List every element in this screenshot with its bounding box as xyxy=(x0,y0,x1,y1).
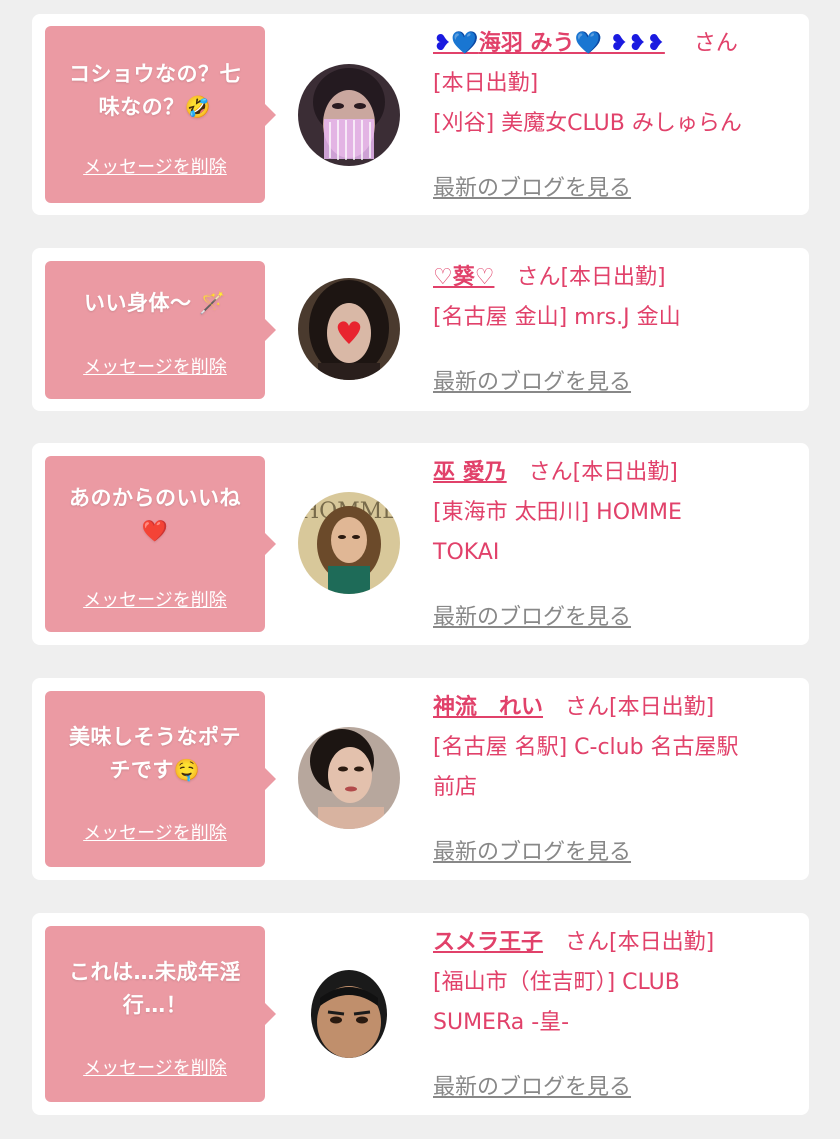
message-card: コショウなの？七 味なの？🤣 メッセージを削除 ❥💙海羽 みう💙 ❥❥❥ さん … xyxy=(32,14,809,215)
message-bubble: あのからのいいね ❤️ メッセージを削除 xyxy=(45,456,276,632)
blog-link[interactable]: 最新のブログを見る xyxy=(433,599,631,631)
shop-name: [名古屋 金山] mrs.J 金山 xyxy=(433,305,681,330)
cast-name-link[interactable]: 神流 れい xyxy=(433,695,543,720)
delete-message-link[interactable]: メッセージを削除 xyxy=(45,353,265,379)
work-status: [本日出勤] xyxy=(433,71,539,96)
honorific: さん xyxy=(693,31,738,56)
blog-link[interactable]: 最新のブログを見る xyxy=(433,364,631,396)
cast-name-link[interactable]: スメラ王子 xyxy=(433,930,543,955)
shop-name: [福山市（住吉町）] CLUB xyxy=(433,970,680,995)
profile-info: ❥💙海羽 みう💙 ❥❥❥ さん [本日出勤] [刈谷] 美魔女CLUB みしゅら… xyxy=(433,24,803,144)
honorific: さん[本日出勤] xyxy=(565,695,715,720)
delete-message-link[interactable]: メッセージを削除 xyxy=(45,819,265,845)
shop-name-cont: 前店 xyxy=(433,775,478,800)
blog-link[interactable]: 最新のブログを見る xyxy=(433,1069,631,1101)
message-text: コショウなの？七 味なの？🤣 xyxy=(69,62,241,119)
profile-info: スメラ王子 さん[本日出勤] [福山市（住吉町）] CLUB SUMERa -皇- xyxy=(433,923,803,1043)
blog-link[interactable]: 最新のブログを見る xyxy=(433,834,631,866)
honorific: さん[本日出勤] xyxy=(565,930,715,955)
shop-name-cont: SUMERa -皇- xyxy=(433,1010,570,1035)
message-text: これは…未成年淫 行…！ xyxy=(69,960,241,1017)
message-text: いい身体〜 🪄 xyxy=(84,291,226,315)
cast-name-link[interactable]: ❥💙海羽 みう💙 ❥❥❥ xyxy=(433,31,665,56)
message-card: いい身体〜 🪄 メッセージを削除 ♡葵♡ さん[本日出勤] [名古屋 金山] mr… xyxy=(32,248,809,411)
cast-name-link[interactable]: 巫 愛乃 xyxy=(433,460,507,485)
message-bubble: 美味しそうなポテ チです🤤 メッセージを削除 xyxy=(45,691,276,867)
delete-message-link[interactable]: メッセージを削除 xyxy=(45,586,265,612)
message-text: あのからのいいね ❤️ xyxy=(69,486,241,543)
message-bubble: いい身体〜 🪄 メッセージを削除 xyxy=(45,261,276,399)
message-bubble: これは…未成年淫 行…！ メッセージを削除 xyxy=(45,926,276,1102)
avatar[interactable]: HOMME xyxy=(298,492,400,594)
message-card: あのからのいいね ❤️ メッセージを削除 HOMME 巫 愛乃さん[本日出勤] … xyxy=(32,443,809,645)
shop-name: [東海市 太田川] HOMME xyxy=(433,500,682,525)
honorific: さん[本日出勤] xyxy=(528,460,678,485)
shop-name: [刈谷] 美魔女CLUB みしゅらん xyxy=(433,111,742,136)
avatar[interactable] xyxy=(298,64,400,166)
shop-name-cont: TOKAI xyxy=(433,540,500,565)
profile-info: 神流 れい さん[本日出勤] [名古屋 名駅] C-club 名古屋駅 前店 xyxy=(433,688,803,808)
message-text: 美味しそうなポテ チです🤤 xyxy=(69,725,241,782)
profile-info: ♡葵♡ さん[本日出勤] [名古屋 金山] mrs.J 金山 xyxy=(433,258,803,338)
message-card: 美味しそうなポテ チです🤤 メッセージを削除 神流 れい さん[本日出勤] [名古… xyxy=(32,678,809,880)
profile-info: 巫 愛乃 さん[本日出勤] [東海市 太田川] HOMME TOKAI xyxy=(433,453,803,573)
blog-link[interactable]: 最新のブログを見る xyxy=(433,170,631,202)
avatar[interactable] xyxy=(298,278,400,380)
shop-name: [名古屋 名駅] C-club 名古屋駅 xyxy=(433,735,739,760)
avatar[interactable] xyxy=(298,962,400,1064)
message-list: コショウなの？七 味なの？🤣 メッセージを削除 ❥💙海羽 みう💙 ❥❥❥ さん … xyxy=(0,0,840,1139)
message-card: これは…未成年淫 行…！ メッセージを削除 スメラ王子 さん[本日出勤] [福山市… xyxy=(32,913,809,1115)
honorific: さん[本日出勤] xyxy=(516,265,666,290)
delete-message-link[interactable]: メッセージを削除 xyxy=(45,1054,265,1080)
delete-message-link[interactable]: メッセージを削除 xyxy=(45,153,265,179)
cast-name-link[interactable]: ♡葵♡ xyxy=(433,265,494,290)
avatar[interactable] xyxy=(298,727,400,829)
message-bubble: コショウなの？七 味なの？🤣 メッセージを削除 xyxy=(45,26,276,203)
